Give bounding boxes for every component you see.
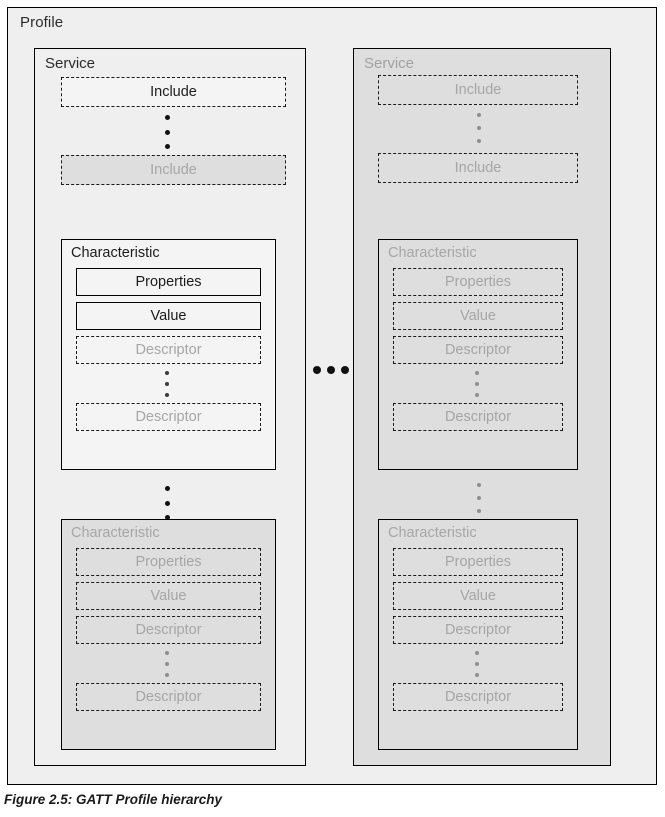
ellipsis-dot: [164, 673, 169, 677]
include-box-right-2: Include: [378, 153, 578, 183]
vertical-ellipsis-left-char1-descriptors: [164, 371, 169, 397]
descriptor-box-left-2-1: Descriptor: [76, 616, 261, 644]
characteristic-box-left-2: Characteristic Properties Value Descript…: [61, 519, 276, 750]
characteristic-label-right-1: Characteristic: [388, 245, 477, 261]
ellipsis-dot: [164, 393, 169, 397]
descriptor-box-right-1-2: Descriptor: [393, 403, 563, 431]
include-box-right-1: Include: [378, 75, 578, 105]
descriptor-box-left-1-1: Descriptor: [76, 336, 261, 364]
vertical-ellipsis-right-includes: [476, 113, 481, 143]
ellipsis-dot: [476, 483, 481, 487]
characteristic-label-left-1: Characteristic: [71, 245, 160, 261]
ellipsis-dot: [474, 393, 479, 397]
gatt-profile-hierarchy-figure: Profile Service Include Include Characte…: [0, 0, 665, 817]
value-box-left-2: Value: [76, 582, 261, 610]
ellipsis-dot: [164, 129, 170, 135]
ellipsis-dot: [164, 371, 169, 375]
service-box-right: Service Include Include Characteristic P…: [353, 48, 611, 766]
include-box-left-1: Include: [61, 77, 286, 107]
service-label-right: Service: [364, 55, 415, 72]
vertical-ellipsis-right-characteristics: [476, 483, 481, 513]
vertical-ellipsis-left-char2-descriptors: [164, 651, 169, 677]
descriptor-box-right-2-2: Descriptor: [393, 683, 563, 711]
ellipsis-dot: [476, 496, 481, 500]
characteristic-box-left-1: Characteristic Properties Value Descript…: [61, 239, 276, 470]
ellipsis-dot: [164, 486, 170, 491]
descriptor-box-left-1-2: Descriptor: [76, 403, 261, 431]
ellipsis-dot: [164, 144, 170, 149]
vertical-ellipsis-left-includes: [164, 115, 170, 149]
ellipsis-dot: [474, 662, 479, 666]
ellipsis-dot: [474, 371, 479, 375]
ellipsis-dot: [474, 651, 479, 655]
ellipsis-dot: [313, 366, 321, 374]
ellipsis-dot: [164, 651, 169, 655]
ellipsis-dot: [474, 673, 479, 677]
figure-caption: Figure 2.5: GATT Profile hierarchy: [4, 792, 223, 807]
descriptor-box-right-1-1: Descriptor: [393, 336, 563, 364]
descriptor-box-right-2-1: Descriptor: [393, 616, 563, 644]
characteristic-label-left-2: Characteristic: [71, 525, 160, 541]
ellipsis-dot: [164, 500, 170, 506]
value-box-left-1: Value: [76, 302, 261, 330]
vertical-ellipsis-right-char1-descriptors: [474, 371, 479, 397]
ellipsis-dot: [327, 366, 335, 374]
value-box-right-1: Value: [393, 302, 563, 330]
vertical-ellipsis-right-char2-descriptors: [474, 651, 479, 677]
ellipsis-dot: [476, 113, 481, 117]
ellipsis-dot: [341, 366, 349, 374]
ellipsis-dot: [476, 126, 481, 130]
ellipsis-dot: [476, 509, 481, 513]
ellipsis-dot: [164, 662, 169, 666]
service-box-left: Service Include Include Characteristic P…: [34, 48, 306, 766]
profile-container: Profile Service Include Include Characte…: [7, 7, 657, 785]
ellipsis-dot: [164, 115, 170, 120]
include-box-left-2: Include: [61, 155, 286, 185]
profile-label: Profile: [20, 14, 64, 31]
characteristic-box-right-1: Characteristic Properties Value Descript…: [378, 239, 578, 470]
properties-box-right-1: Properties: [393, 268, 563, 296]
value-box-right-2: Value: [393, 582, 563, 610]
properties-box-left-1: Properties: [76, 268, 261, 296]
service-label-left: Service: [45, 55, 96, 72]
ellipsis-dot: [164, 382, 169, 386]
characteristic-label-right-2: Characteristic: [388, 525, 477, 541]
properties-box-left-2: Properties: [76, 548, 261, 576]
ellipsis-dot: [476, 139, 481, 143]
characteristic-box-right-2: Characteristic Properties Value Descript…: [378, 519, 578, 750]
descriptor-box-left-2-2: Descriptor: [76, 683, 261, 711]
properties-box-right-2: Properties: [393, 548, 563, 576]
ellipsis-dot: [474, 382, 479, 386]
vertical-ellipsis-left-characteristics: [164, 486, 170, 520]
horizontal-ellipsis-between-services: [313, 366, 349, 374]
